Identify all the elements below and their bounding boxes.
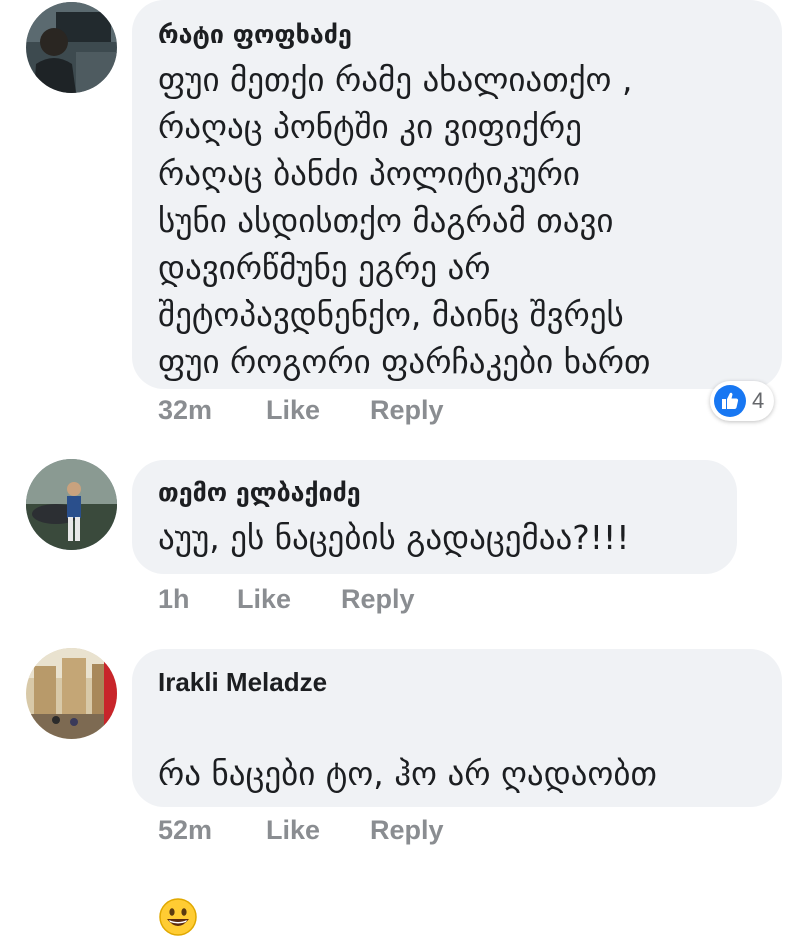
avatar-irakli[interactable] bbox=[26, 648, 117, 739]
comment-author[interactable]: Irakli Meladze bbox=[158, 665, 754, 699]
comment-author[interactable]: რატი ფოფხაძე bbox=[158, 18, 754, 52]
comment-timestamp[interactable]: 52m bbox=[158, 815, 266, 846]
like-button[interactable]: Like bbox=[237, 584, 341, 615]
reaction-summary[interactable]: 4 bbox=[710, 381, 775, 421]
thumbs-up-icon bbox=[714, 385, 746, 417]
comment-bubble: რატი ფოფხაძე ფუი მეთქი რამე ახალიათქო , … bbox=[132, 0, 782, 389]
like-button[interactable]: Like bbox=[266, 395, 370, 426]
comment-bubble: Irakli Meladze რა ნაცები ტო, ჰო არ ღადაო… bbox=[132, 649, 782, 936]
comment-timestamp[interactable]: 1h bbox=[158, 584, 237, 615]
comment-actions: 52m Like Reply bbox=[158, 815, 444, 846]
comment-actions: 1h Like Reply bbox=[158, 584, 415, 615]
grinning-face-icon bbox=[158, 850, 198, 936]
like-button[interactable]: Like bbox=[266, 815, 370, 846]
avatar-rati[interactable] bbox=[26, 2, 117, 93]
comment-text-line: რა ნაცები ტო, ჰო არ ღადაობთ bbox=[158, 754, 657, 793]
comment-timestamp[interactable]: 32m bbox=[158, 395, 266, 426]
avatar-photo bbox=[26, 648, 117, 739]
reply-button[interactable]: Reply bbox=[370, 815, 444, 846]
avatar-temo[interactable] bbox=[26, 459, 117, 550]
reaction-count: 4 bbox=[752, 388, 765, 413]
comment-text: აუუ, ეს ნაცების გადაცემაა?!!! bbox=[158, 518, 630, 557]
comment-author[interactable]: თემო ელბაქიძე bbox=[158, 476, 709, 510]
reply-button[interactable]: Reply bbox=[341, 584, 415, 615]
comment-text: ფუი მეთქი რამე ახალიათქო , რაღაც პონტში … bbox=[158, 60, 651, 381]
comment-bubble: თემო ელბაქიძე აუუ, ეს ნაცების გადაცემაა?… bbox=[132, 460, 737, 574]
reply-button[interactable]: Reply bbox=[370, 395, 444, 426]
avatar-photo bbox=[26, 2, 117, 93]
comment-text: რა ნაცები ტო, ჰო არ ღადაობთ bbox=[158, 703, 754, 936]
comment-actions: 32m Like Reply bbox=[158, 395, 444, 426]
avatar-photo bbox=[26, 459, 117, 550]
